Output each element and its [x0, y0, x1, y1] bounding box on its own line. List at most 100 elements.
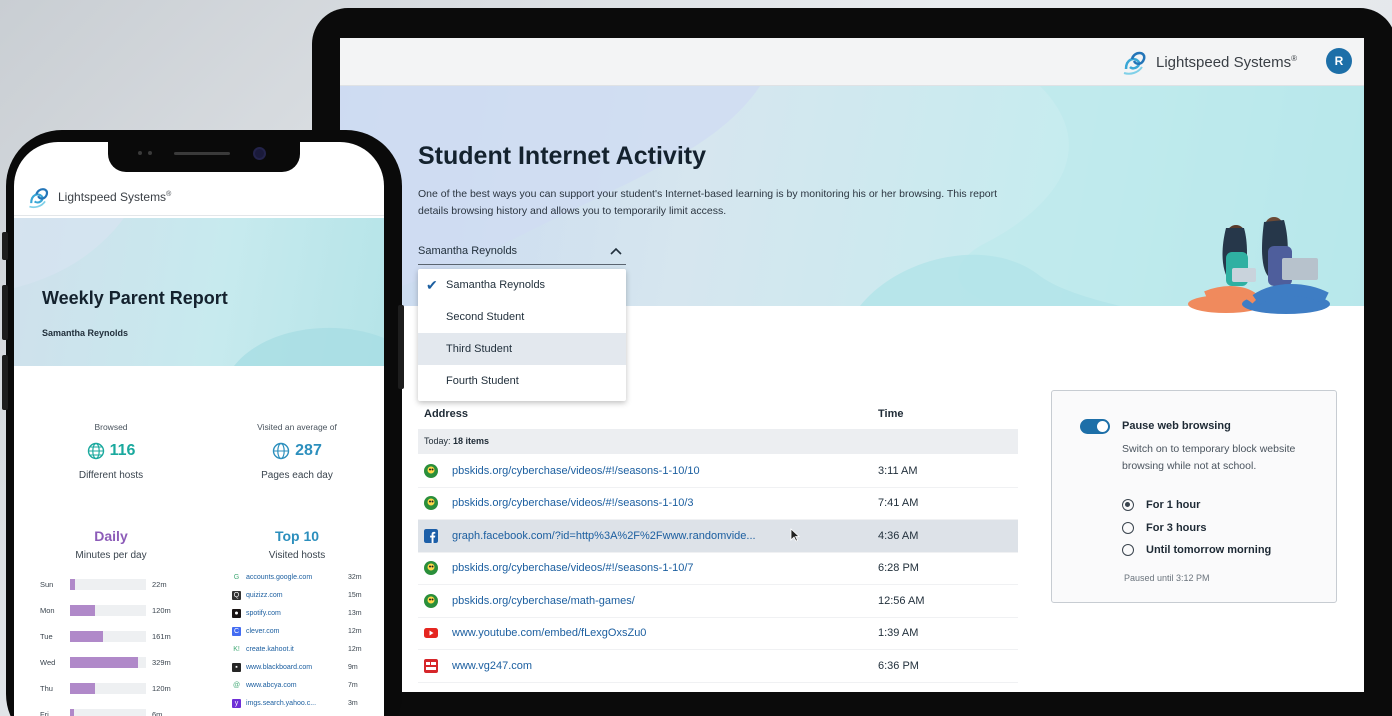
- day-label: Wed: [40, 658, 56, 667]
- brand-logo[interactable]: Lightspeed Systems®: [1120, 47, 1297, 77]
- host-row[interactable]: Qquizizz.com 15m: [232, 588, 382, 604]
- daily-row: Sun 22m: [40, 576, 180, 592]
- google-icon: G: [232, 573, 241, 582]
- row-time: 6:28 PM: [878, 562, 919, 575]
- host-name[interactable]: clever.com: [246, 628, 279, 635]
- youtube-icon: [424, 628, 438, 639]
- table-row[interactable]: www.youtube.com/embed/fLexgOxsZu0 1:39 A…: [418, 618, 1018, 650]
- browsed-stat: 116: [36, 442, 186, 460]
- table-row[interactable]: pbskids.org/cyberchase/videos/#!/seasons…: [418, 553, 1018, 585]
- radio-for-1-hour[interactable]: For 1 hour: [1122, 499, 1200, 511]
- host-name[interactable]: create.kahoot.it: [246, 646, 294, 653]
- row-address[interactable]: www.vg247.com: [452, 660, 532, 672]
- phone-brand-trademark: ®: [166, 191, 172, 198]
- abcya-icon: @: [232, 681, 241, 690]
- globe-clock-icon: [272, 442, 290, 460]
- daily-bar-track: [70, 709, 146, 716]
- daily-bar: [70, 605, 95, 616]
- user-avatar[interactable]: R: [1326, 48, 1352, 74]
- host-minutes: 9m: [348, 664, 358, 671]
- host-name[interactable]: imgs.search.yahoo.c...: [246, 700, 316, 707]
- pause-toggle[interactable]: [1080, 419, 1110, 434]
- host-name[interactable]: spotify.com: [246, 610, 281, 617]
- daily-row: Wed 329m: [40, 654, 180, 670]
- host-minutes: 15m: [348, 592, 362, 599]
- paused-status: Paused until 3:12 PM: [1124, 573, 1210, 583]
- table-row[interactable]: www.vg247.com 6:36 PM: [418, 650, 1018, 683]
- average-stat: 287: [222, 442, 372, 460]
- host-row[interactable]: @ www.abcya.com 7m: [232, 678, 382, 694]
- host-row[interactable]: ● spotify.com 13m: [232, 606, 382, 622]
- phone-brand-logo[interactable]: Lightspeed Systems®: [26, 184, 171, 210]
- student-select-value: Samantha Reynolds: [418, 245, 518, 257]
- student-select[interactable]: Samantha Reynolds: [418, 238, 626, 265]
- host-name[interactable]: quizizz.com: [246, 592, 283, 599]
- day-minutes: 120m: [152, 684, 171, 693]
- dropdown-option[interactable]: ✔ Samantha Reynolds: [418, 269, 626, 301]
- vg247-icon: [424, 658, 438, 673]
- chevron-up-icon: [610, 247, 622, 255]
- daily-bar: [70, 657, 138, 668]
- desktop-screen: Lightspeed Systems® R Student Internet A…: [340, 38, 1364, 692]
- top-hosts-title: Top 10: [274, 528, 320, 544]
- row-address[interactable]: pbskids.org/cyberchase/videos/#!/seasons…: [452, 465, 700, 477]
- table-row[interactable]: pbskids.org/cyberchase/videos/#!/seasons…: [418, 488, 1018, 520]
- dropdown-option[interactable]: Second Student: [418, 301, 626, 333]
- daily-subtitle: Minutes per day: [75, 550, 147, 561]
- phone-side-button: [2, 285, 8, 340]
- pbs-icon: [424, 496, 438, 511]
- radio-until-tomorrow[interactable]: Until tomorrow morning: [1122, 544, 1271, 556]
- table-row[interactable]: pbskids.org/cyberchase/videos/#!/seasons…: [418, 455, 1018, 488]
- students-illustration: [1188, 217, 1330, 314]
- day-minutes: 6m: [152, 710, 163, 716]
- dropdown-option[interactable]: Fourth Student: [418, 365, 626, 397]
- daily-bar: [70, 579, 75, 590]
- row-address[interactable]: graph.facebook.com/?id=http%3A%2F%2Fwww.…: [452, 530, 756, 542]
- host-name[interactable]: accounts.google.com: [246, 574, 312, 581]
- row-address[interactable]: pbskids.org/cyberchase/videos/#!/seasons…: [452, 497, 694, 509]
- row-time: 1:39 AM: [878, 627, 919, 640]
- history-rows: pbskids.org/cyberchase/videos/#!/seasons…: [418, 455, 1018, 683]
- daily-row: Mon 120m: [40, 602, 180, 618]
- column-time[interactable]: Time: [878, 408, 903, 420]
- history-table-header: Address Time: [418, 402, 1018, 428]
- host-row[interactable]: ▪ www.blackboard.com 9m: [232, 660, 382, 676]
- row-time: 7:41 AM: [878, 497, 919, 510]
- row-address[interactable]: www.youtube.com/embed/fLexgOxsZu0: [452, 627, 646, 639]
- day-minutes: 120m: [152, 606, 171, 615]
- pause-title: Pause web browsing: [1122, 420, 1231, 432]
- dropdown-option[interactable]: Third Student: [418, 333, 626, 365]
- dropdown-option-label: Samantha Reynolds: [446, 279, 546, 291]
- daily-bar-track: [70, 579, 146, 590]
- host-row[interactable]: Gaccounts.google.com 32m: [232, 570, 382, 586]
- row-address[interactable]: pbskids.org/cyberchase/videos/#!/seasons…: [452, 562, 694, 574]
- history-group-header: Today: 18 items: [418, 429, 1018, 454]
- dropdown-option-label: Fourth Student: [446, 375, 519, 387]
- host-row[interactable]: K! create.kahoot.it 12m: [232, 642, 382, 658]
- host-name[interactable]: www.abcya.com: [246, 682, 297, 689]
- row-address[interactable]: pbskids.org/cyberchase/math-games/: [452, 595, 635, 607]
- row-time: 3:11 AM: [878, 464, 918, 477]
- daily-row: Thu 120m: [40, 680, 180, 696]
- blackboard-icon: ▪: [232, 663, 241, 672]
- table-row[interactable]: pbskids.org/cyberchase/math-games/ 12:56…: [418, 585, 1018, 618]
- host-minutes: 3m: [348, 700, 358, 707]
- day-minutes: 22m: [152, 580, 167, 589]
- browsed-caption: Different hosts: [78, 470, 144, 481]
- column-address[interactable]: Address: [424, 408, 468, 420]
- row-time: 12:56 AM: [878, 594, 925, 607]
- host-minutes: 13m: [348, 610, 362, 617]
- lightspeed-logo-icon: [29, 188, 49, 209]
- host-name[interactable]: www.blackboard.com: [246, 664, 312, 671]
- group-label: Today:: [424, 436, 454, 446]
- daily-bar-track: [70, 605, 146, 616]
- radio-label: Until tomorrow morning: [1146, 544, 1272, 556]
- dropdown-option-label: Third Student: [446, 343, 513, 355]
- check-icon: ✔: [426, 277, 438, 293]
- pause-browsing-card: Pause web browsing Switch on to temporar…: [1051, 390, 1337, 603]
- daily-bar-track: [70, 683, 146, 694]
- radio-for-3-hours[interactable]: For 3 hours: [1122, 522, 1207, 534]
- host-row[interactable]: Cclever.com 12m: [232, 624, 382, 640]
- host-row[interactable]: y imgs.search.yahoo.c... 3m: [232, 696, 382, 712]
- table-row[interactable]: graph.facebook.com/?id=http%3A%2F%2Fwww.…: [418, 520, 1018, 553]
